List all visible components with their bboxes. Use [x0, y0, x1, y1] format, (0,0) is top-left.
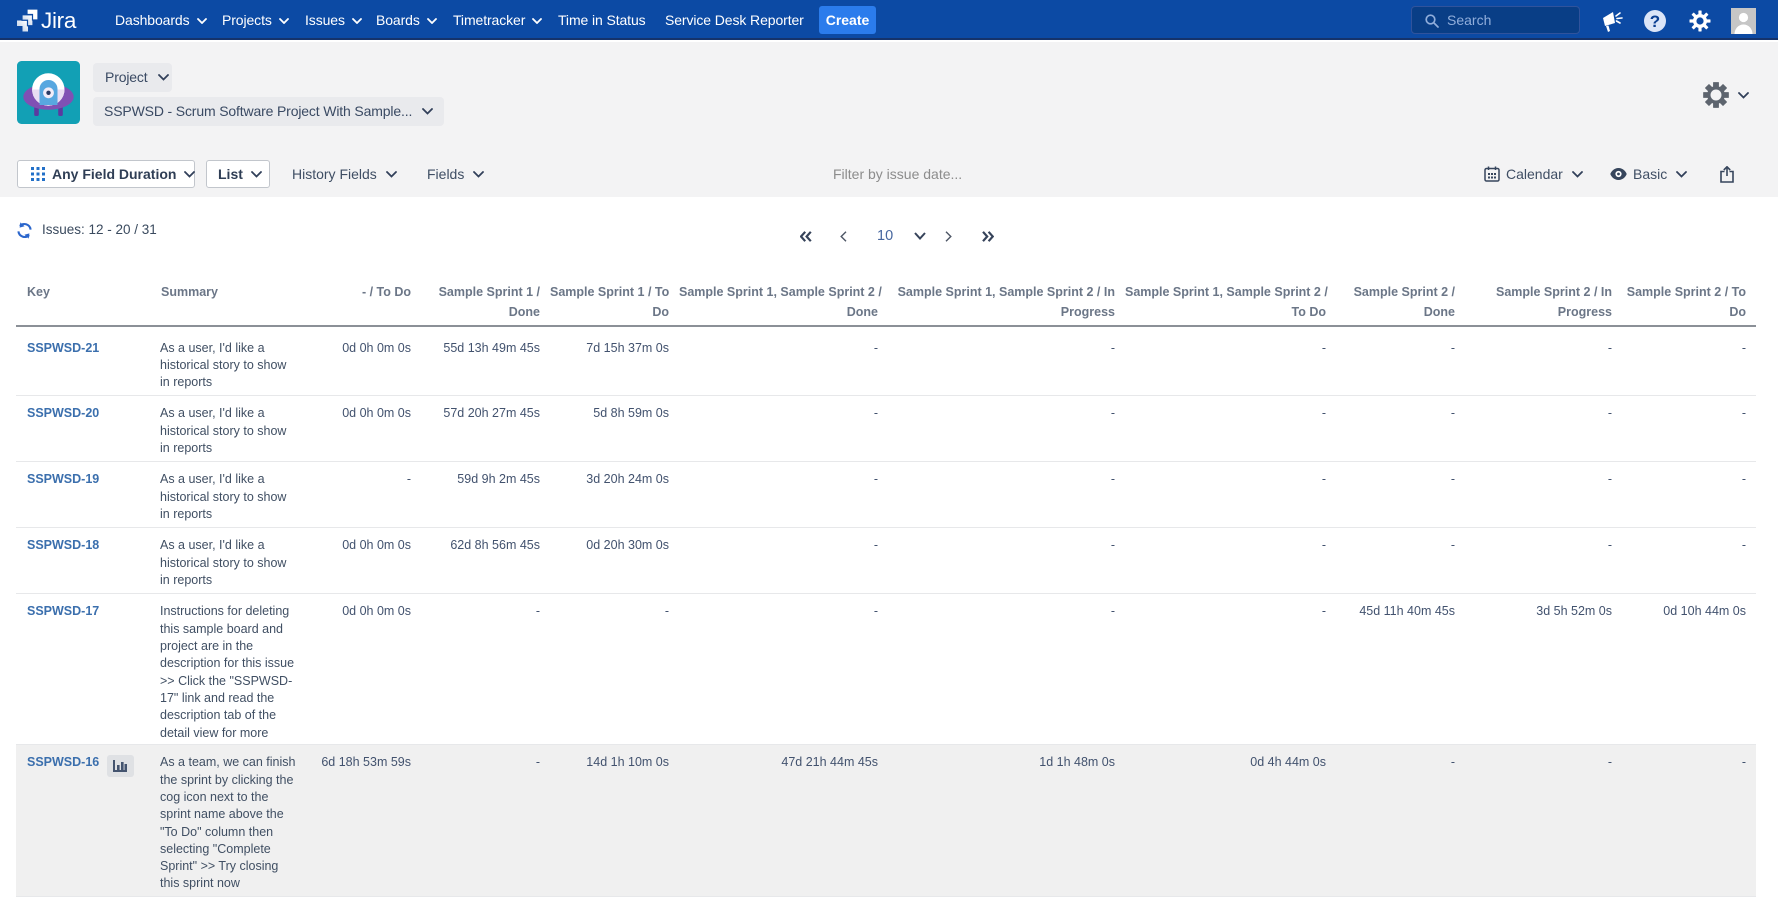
- svg-text:?: ?: [1650, 12, 1660, 31]
